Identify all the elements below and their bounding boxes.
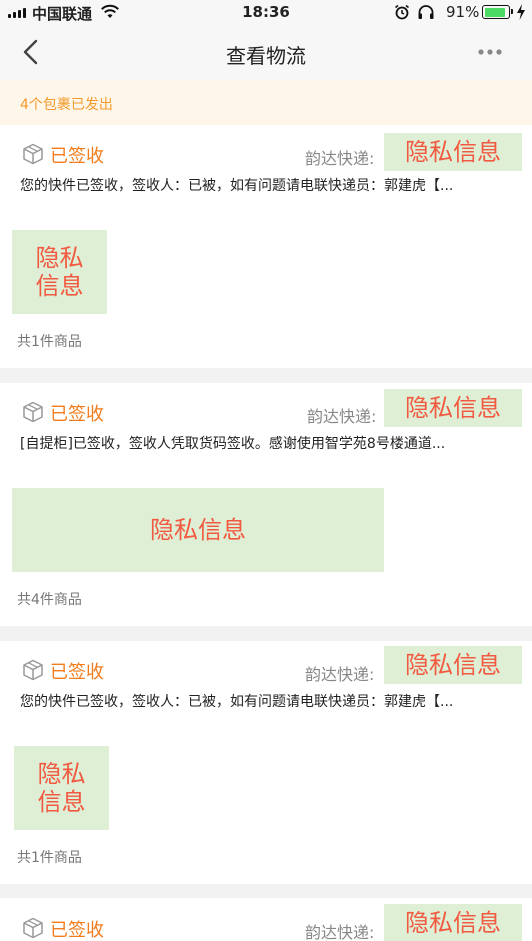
redacted-product-images: 隐私信息	[12, 488, 384, 572]
package-box-icon	[23, 401, 43, 423]
package-card[interactable]: 已签收 韵达快递: 隐私信息 您的快件已签收，签收人：已被，如有问题请电联快递员…	[0, 125, 532, 368]
redacted-tracking-number: 隐私信息	[384, 646, 522, 684]
battery-icon	[482, 5, 513, 19]
carrier-label: 韵达快递:	[305, 665, 375, 684]
package-box-icon	[23, 917, 43, 939]
page-title: 查看物流	[226, 44, 306, 68]
redacted-tracking-number: 隐私信息	[384, 133, 522, 171]
navigation-bar: 查看物流	[0, 24, 532, 80]
carrier-label: 韵达快递:	[307, 407, 377, 426]
shipment-notice-banner: 4个包裹已发出	[0, 80, 532, 125]
redacted-tracking-number: 隐私信息	[384, 904, 522, 941]
redacted-product-image: 隐私 信息	[12, 230, 107, 314]
alarm-icon	[395, 4, 409, 20]
delivery-status: 已签收	[50, 146, 104, 167]
headphones-icon	[418, 5, 434, 19]
package-box-icon	[23, 659, 43, 681]
latest-tracking-message: [自提柜]已签收，签收人凭取货码签收。感谢使用智学苑8号楼通道...	[20, 436, 446, 452]
charging-bolt-icon	[517, 4, 525, 20]
carrier-label: 韵达快递:	[305, 149, 375, 168]
latest-tracking-message: 您的快件已签收，签收人：已被，如有问题请电联快递员：郭建虎【...	[20, 694, 454, 710]
delivery-status: 已签收	[50, 920, 104, 941]
delivery-status: 已签收	[50, 662, 104, 683]
redacted-tracking-number: 隐私信息	[384, 389, 522, 427]
item-count: 共1件商品	[17, 850, 82, 866]
carrier-label: 韵达快递:	[305, 923, 375, 941]
package-card[interactable]: 已签收 韵达快递: 隐私信息 [自提柜]已签收，签收人凭取货码签收。感谢使用智学…	[0, 383, 532, 626]
item-count: 共1件商品	[17, 334, 82, 350]
latest-tracking-message: 您的快件已签收，签收人：已被，如有问题请电联快递员：郭建虎【...	[20, 178, 454, 194]
package-card[interactable]: 已签收 韵达快递: 隐私信息	[0, 898, 532, 941]
more-options-icon[interactable]	[474, 42, 506, 62]
item-count: 共4件商品	[17, 592, 82, 608]
status-bar: 中国联通 18:36 91%	[0, 0, 532, 24]
battery-percentage: 91%	[446, 3, 480, 21]
package-card[interactable]: 已签收 韵达快递: 隐私信息 您的快件已签收，签收人：已被，如有问题请电联快递员…	[0, 641, 532, 884]
redacted-product-image: 隐私 信息	[14, 746, 109, 830]
package-box-icon	[23, 143, 43, 165]
delivery-status: 已签收	[50, 404, 104, 425]
